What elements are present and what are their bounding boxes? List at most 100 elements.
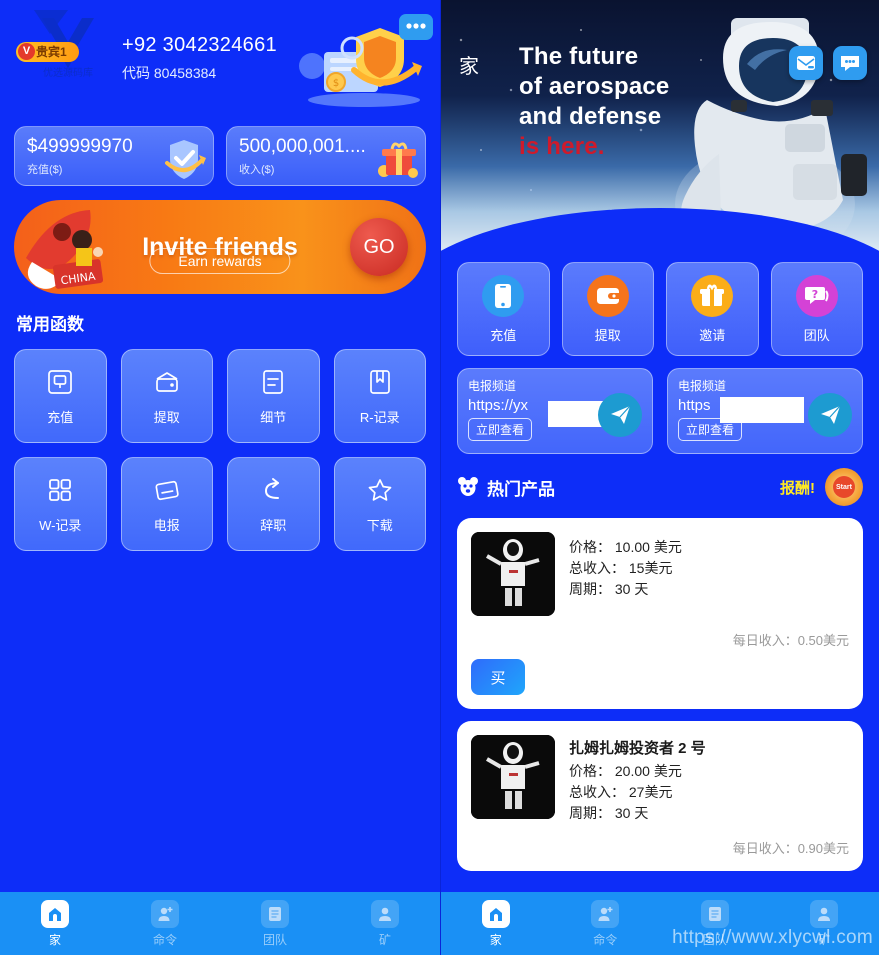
function-item-recharge[interactable]: 充值 bbox=[14, 349, 107, 443]
telegram-view-button[interactable]: 立即查看 bbox=[468, 418, 533, 441]
recharge-icon bbox=[48, 369, 73, 394]
person-icon bbox=[371, 899, 399, 928]
price-value: 10.00 美元 bbox=[614, 539, 682, 555]
quick-action-recharge[interactable]: 充值 bbox=[457, 262, 550, 356]
cycle-value: 30 天 bbox=[614, 581, 649, 597]
function-item-r-record[interactable]: R-记录 bbox=[333, 349, 426, 443]
quick-action-invite[interactable]: 邀请 bbox=[666, 262, 759, 356]
phone-number: +92 3042324661 bbox=[122, 34, 277, 56]
gift-icon bbox=[691, 274, 734, 317]
balance-card-income[interactable]: 500,000,001.... 收入($) bbox=[226, 126, 426, 186]
product-cycle: 周期： 30 天 bbox=[569, 803, 706, 824]
function-item-details[interactable]: 细节 bbox=[227, 349, 320, 443]
tab-label: 命令 bbox=[593, 932, 618, 947]
section-title-functions: 常用函数 bbox=[16, 315, 84, 334]
profile-header: 优选源码库 贵宾1 $ +92 3042324661 bbox=[0, 0, 440, 120]
document-icon bbox=[700, 899, 729, 928]
hero-line-2: of aerospace bbox=[519, 73, 670, 100]
hero-copy: The future of aerospace and defense is h… bbox=[519, 42, 669, 162]
tab-label: 矿 bbox=[378, 932, 391, 947]
price-value: 20.00 美元 bbox=[614, 763, 682, 779]
rocket-illustration: CHINA bbox=[26, 210, 104, 289]
person-icon bbox=[810, 899, 839, 928]
product-total-income: 总收入： 15美元 bbox=[569, 558, 682, 579]
home-icon bbox=[41, 899, 69, 928]
function-label: 电报 bbox=[153, 517, 180, 533]
tab-mine[interactable]: 矿 bbox=[770, 899, 879, 948]
redaction-box bbox=[720, 397, 804, 423]
tab-home[interactable]: 家 bbox=[0, 899, 110, 948]
product-card-1[interactable]: 价格： 10.00 美元 总收入： 15美元 周期： 30 天 每日收入：0.5… bbox=[457, 518, 863, 709]
invite-go-button[interactable]: GO bbox=[350, 218, 408, 276]
telegram-card-title: 电报频道 bbox=[468, 379, 517, 393]
tab-mine[interactable]: 矿 bbox=[330, 899, 440, 948]
buy-button[interactable]: 买 bbox=[471, 659, 525, 695]
telegram-card-1[interactable]: 电报频道 https://yx 立即查看 bbox=[457, 368, 653, 454]
function-item-withdraw[interactable]: 提取 bbox=[120, 349, 213, 443]
hero-line-4: is here. bbox=[519, 133, 605, 160]
product-card-2[interactable]: 扎姆扎姆投资者 2 号 价格： 20.00 美元 总收入： 27美元 周期： 3… bbox=[457, 721, 863, 871]
function-label: R-记录 bbox=[359, 409, 400, 425]
start-badge[interactable]: Start bbox=[825, 468, 863, 506]
tab-team[interactable]: 团队 bbox=[660, 899, 770, 948]
home-icon bbox=[481, 899, 510, 928]
price-label: 价格： bbox=[569, 763, 611, 779]
reward-label[interactable]: 报酬! bbox=[780, 477, 815, 498]
mail-icon[interactable] bbox=[789, 46, 823, 80]
star-icon bbox=[368, 478, 392, 501]
price-label: 价格： bbox=[569, 539, 611, 555]
tab-team[interactable]: 团队 bbox=[220, 899, 330, 948]
start-badge-label: Start bbox=[833, 476, 855, 498]
balance-card-recharge[interactable]: $499999970 充值($) bbox=[14, 126, 214, 186]
telegram-card-2[interactable]: 电报频道 https 立即查看 bbox=[667, 368, 863, 454]
quick-action-team[interactable]: ? 团队 bbox=[770, 262, 863, 356]
function-item-resign[interactable]: 辞职 bbox=[227, 457, 320, 551]
left-screen: 优选源码库 贵宾1 $ +92 3042324661 bbox=[0, 0, 440, 955]
cycle-value: 30 天 bbox=[614, 805, 649, 821]
tab-home[interactable]: 家 bbox=[441, 899, 551, 948]
tab-command[interactable]: 命令 bbox=[110, 899, 220, 948]
quick-action-label: 邀请 bbox=[699, 327, 726, 343]
wallet-shield-illustration: $ bbox=[299, 14, 433, 107]
product-name: 扎姆扎姆投资者 2 号 bbox=[569, 740, 706, 757]
telegram-icon[interactable] bbox=[808, 393, 852, 437]
right-screen: 家 The future of aerospace and defense is… bbox=[440, 0, 879, 955]
quick-action-grid: 充值 提取 邀请 ? 团队 bbox=[441, 252, 879, 356]
user-plus-icon bbox=[151, 899, 179, 928]
function-item-w-record[interactable]: W-记录 bbox=[14, 457, 107, 551]
profile-text: +92 3042324661 代码 80458384 bbox=[122, 16, 277, 83]
tab-command[interactable]: 命令 bbox=[551, 899, 661, 948]
total-label: 总收入： bbox=[569, 784, 625, 800]
cycle-label: 周期： bbox=[569, 581, 611, 597]
function-item-telegram[interactable]: 电报 bbox=[120, 457, 213, 551]
quick-action-label: 充值 bbox=[490, 327, 517, 343]
hero-line-1: The future bbox=[519, 43, 639, 70]
telegram-card-icon bbox=[155, 480, 179, 500]
hero-banner[interactable]: 家 The future of aerospace and defense is… bbox=[441, 0, 879, 252]
wallet-icon bbox=[586, 274, 629, 317]
invite-friends-banner[interactable]: CHINA Invite friends Earn rewards GO bbox=[14, 200, 426, 294]
product-daily-income: 每日收入：0.90美元 bbox=[732, 841, 849, 856]
product-top: 价格： 10.00 美元 总收入： 15美元 周期： 30 天 bbox=[471, 532, 849, 616]
function-label: 下载 bbox=[366, 517, 393, 533]
details-icon bbox=[263, 369, 284, 394]
product-total-income: 总收入： 27美元 bbox=[569, 782, 706, 803]
document-icon bbox=[261, 899, 289, 928]
hero-line-3: and defense bbox=[519, 103, 662, 130]
tab-label: 团队 bbox=[262, 932, 287, 947]
resign-arrow-icon bbox=[265, 477, 280, 499]
chat-icon[interactable] bbox=[833, 46, 867, 80]
cycle-label: 周期： bbox=[569, 805, 611, 821]
quick-action-withdraw[interactable]: 提取 bbox=[561, 262, 654, 356]
telegram-card-row: 电报频道 https://yx 立即查看 电报频道 https 立即查看 bbox=[441, 356, 879, 454]
quick-action-label: 提取 bbox=[594, 327, 621, 343]
product-image bbox=[471, 532, 555, 616]
telegram-icon[interactable] bbox=[598, 393, 642, 437]
product-image bbox=[471, 735, 555, 819]
hot-products-header: 热门产品 报酬! Start bbox=[441, 454, 879, 506]
bottom-nav-left: 家 命令 团队 矿 bbox=[0, 892, 440, 955]
invite-code: 代码 80458384 bbox=[122, 65, 217, 81]
function-label: 充值 bbox=[47, 409, 74, 425]
function-item-download[interactable]: 下载 bbox=[333, 457, 426, 551]
function-grid: 充值 提取 细节 R-记录 W-记录 电报 辞职 下载 bbox=[0, 335, 440, 551]
